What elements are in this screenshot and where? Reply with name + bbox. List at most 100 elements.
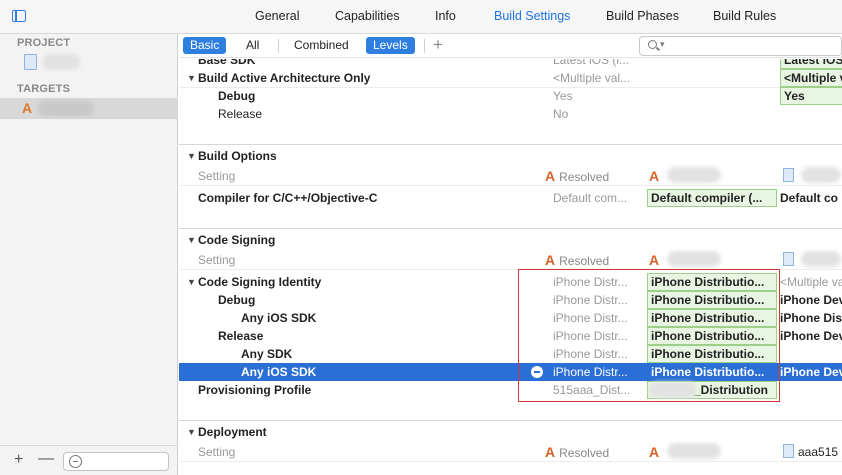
column-header-setting: Setting <box>198 253 236 267</box>
project-navigator-sidebar: PROJECT TARGETS A + — <box>0 34 178 475</box>
build-settings-filter-bar: Basic All Combined Levels + ▾ <box>179 34 842 58</box>
project-name: aaa515 <box>798 445 839 459</box>
setting-name: Compiler for C/C++/Objective-C <box>198 191 378 205</box>
resolved-value: Latest iOS (i... <box>553 59 630 67</box>
search-input[interactable]: ▾ <box>639 36 842 56</box>
project-level-value[interactable]: Yes <box>780 87 842 105</box>
section-divider <box>179 420 842 421</box>
disclosure-triangle-icon[interactable]: ▼ <box>187 273 196 291</box>
column-header-setting: Setting <box>198 169 236 183</box>
column-header-resolved: Resolved <box>559 170 610 184</box>
section-title: Build Options <box>198 149 277 163</box>
target-name-redacted <box>667 167 721 183</box>
setting-row-baa-release[interactable]: Release No <box>179 105 842 123</box>
section-title: Deployment <box>198 425 267 439</box>
resolved-value: No <box>553 107 569 121</box>
project-name-redacted <box>801 251 841 267</box>
project-level-value[interactable]: iPhone Dev <box>780 363 842 381</box>
highlight-box <box>518 269 780 402</box>
setting-name: Any iOS SDK <box>241 311 317 325</box>
target-level-icon: A <box>545 444 556 460</box>
disclosure-triangle-icon[interactable]: ▼ <box>187 423 196 441</box>
remove-target-button[interactable]: — <box>38 450 54 468</box>
target-name-redacted <box>38 101 94 116</box>
editor-tab-bar: General Capabilities Info Build Settings… <box>0 0 842 34</box>
search-icon <box>648 40 657 49</box>
sidebar-footer: + — <box>0 445 178 475</box>
section-title: Code Signing <box>198 233 276 247</box>
project-header: PROJECT <box>17 37 71 49</box>
section-divider <box>179 228 842 229</box>
project-level-icon <box>783 252 794 266</box>
project-name-redacted <box>801 167 841 183</box>
setting-row-compiler[interactable]: Compiler for C/C++/Objective-C Default c… <box>179 189 842 207</box>
target-item[interactable]: A <box>0 98 178 119</box>
project-file-icon[interactable] <box>24 54 37 70</box>
filter-divider <box>424 39 425 53</box>
project-level-value[interactable]: Default co <box>780 189 842 207</box>
filter-icon <box>69 455 82 468</box>
project-level-value[interactable]: Latest iOS <box>780 59 842 69</box>
targets-header: TARGETS <box>17 83 71 95</box>
target-name-redacted <box>667 251 721 267</box>
disclosure-triangle-icon[interactable]: ▼ <box>187 69 196 87</box>
filter-levels-button[interactable]: Levels <box>366 37 415 54</box>
setting-row-baa-debug[interactable]: Debug Yes Yes <box>179 87 842 105</box>
setting-row-base-sdk[interactable]: Base SDK Latest iOS (i... Latest iOS <box>179 59 842 69</box>
filter-divider <box>278 39 279 53</box>
project-level-value[interactable]: <Multiple v <box>780 69 842 87</box>
setting-name: Base SDK <box>198 59 256 67</box>
column-header-resolved: Resolved <box>559 446 610 460</box>
tab-capabilities[interactable]: Capabilities <box>335 9 400 23</box>
disclosure-triangle-icon[interactable]: ▼ <box>187 147 196 165</box>
add-target-button[interactable]: + <box>14 451 23 469</box>
tab-build-settings[interactable]: Build Settings <box>494 9 570 23</box>
disclosure-triangle-icon[interactable]: ▼ <box>187 231 196 249</box>
column-header-setting: Setting <box>198 445 236 459</box>
resolved-value: Yes <box>553 89 573 103</box>
tab-info[interactable]: Info <box>435 9 456 23</box>
levels-header-row: Setting A Resolved A aaa515 <box>179 443 842 461</box>
target-level-icon: A <box>545 252 556 268</box>
section-divider <box>179 144 842 145</box>
chevron-down-icon: ▾ <box>660 39 665 49</box>
setting-name: Any SDK <box>241 347 293 361</box>
target-level-icon: A <box>649 252 660 268</box>
levels-header-row: Setting A Resolved A <box>179 167 842 185</box>
project-level-icon <box>783 168 794 182</box>
project-level-value[interactable]: iPhone Dev <box>780 327 842 345</box>
filter-all-button[interactable]: All <box>239 37 266 54</box>
app-target-icon: A <box>22 100 33 116</box>
setting-name: Any iOS SDK <box>241 365 317 379</box>
resolved-value: Default com... <box>553 191 628 205</box>
target-level-icon: A <box>649 168 660 184</box>
section-code-signing[interactable]: ▼ Code Signing <box>179 231 842 249</box>
target-level-icon: A <box>649 444 660 460</box>
setting-name: Provisioning Profile <box>198 383 312 397</box>
tab-build-rules[interactable]: Build Rules <box>713 9 776 23</box>
project-name-redacted[interactable] <box>42 54 80 70</box>
setting-name: Build Active Architecture Only <box>198 71 371 85</box>
row-divider <box>179 185 842 186</box>
section-deployment[interactable]: ▼ Deployment <box>179 423 842 441</box>
target-level-value[interactable]: Default compiler (... <box>647 189 777 207</box>
section-build-options[interactable]: ▼ Build Options <box>179 147 842 165</box>
add-setting-button[interactable]: + <box>433 35 443 55</box>
sidebar-filter-field[interactable] <box>63 452 169 471</box>
project-level-icon <box>783 444 794 458</box>
filter-combined-button[interactable]: Combined <box>287 37 356 54</box>
tab-build-phases[interactable]: Build Phases <box>606 9 679 23</box>
levels-header-row: Setting A Resolved A <box>179 251 842 269</box>
setting-name: Release <box>218 107 263 121</box>
column-header-resolved: Resolved <box>559 254 610 268</box>
project-level-value[interactable]: <Multiple va <box>780 273 842 291</box>
target-level-icon: A <box>545 168 556 184</box>
tab-general[interactable]: General <box>255 9 299 23</box>
setting-row-build-active-arch[interactable]: ▼ Build Active Architecture Only <Multip… <box>179 69 842 87</box>
sidebar-toggle-icon[interactable] <box>12 10 26 22</box>
filter-basic-button[interactable]: Basic <box>183 37 227 54</box>
project-level-value[interactable]: iPhone Dis <box>780 309 842 327</box>
setting-name: Code Signing Identity <box>198 275 322 289</box>
project-level-value[interactable]: iPhone Dev <box>780 291 842 309</box>
build-settings-table: Base SDK Latest iOS (i... Latest iOS ▼ B… <box>179 59 842 475</box>
